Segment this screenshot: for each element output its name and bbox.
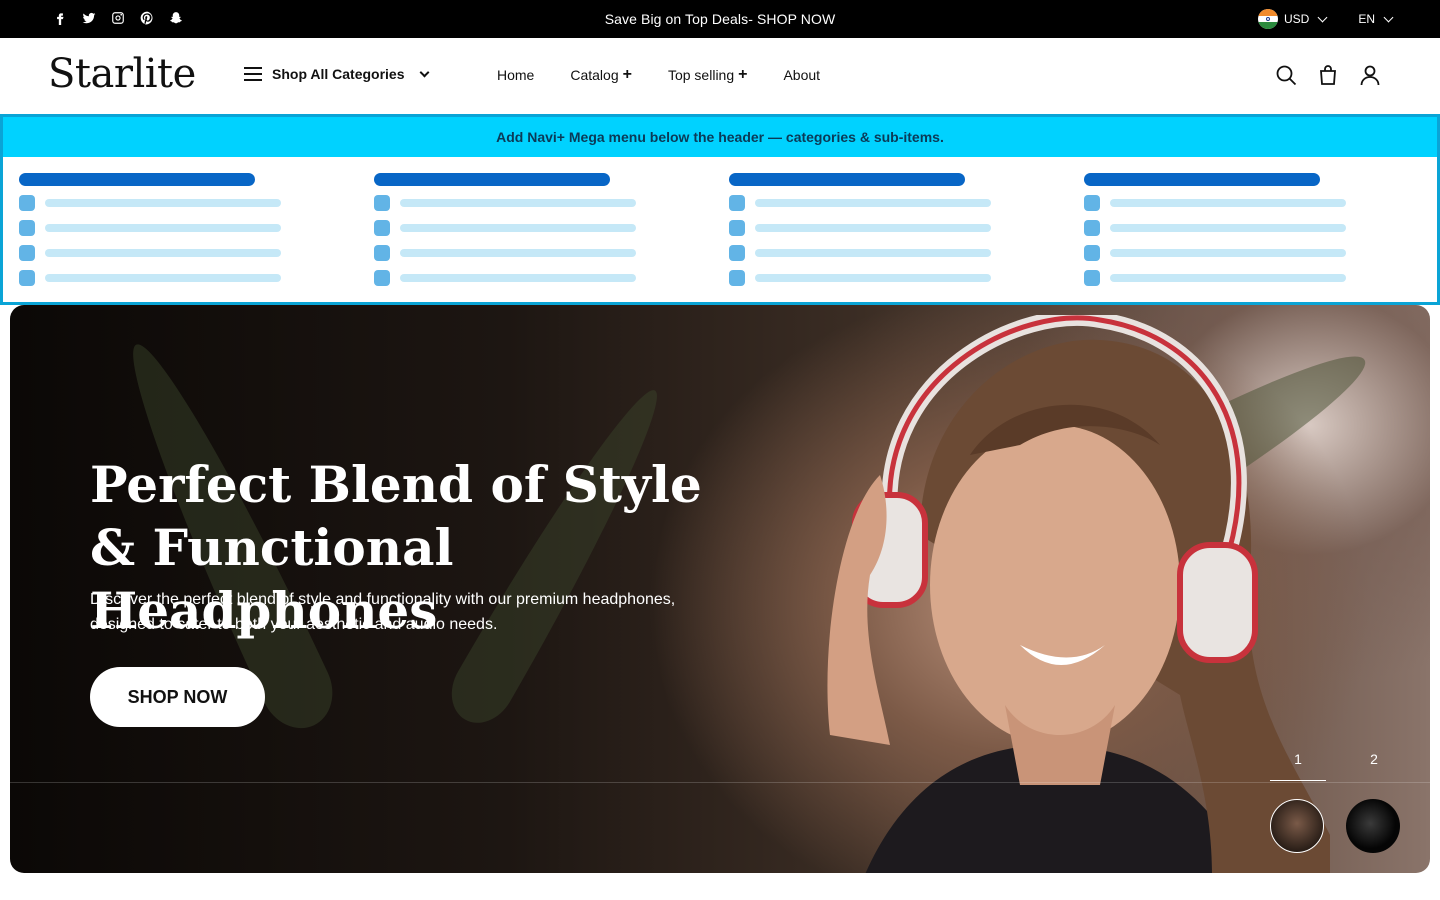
slide-thumbnail-1[interactable] [1270,799,1324,853]
chevron-down-icon [1317,12,1328,22]
slide-navigation: 1 2 [1270,751,1410,861]
mega-item-placeholder [374,270,664,286]
cart-icon[interactable] [1316,63,1340,87]
mega-column-heading-placeholder [1084,173,1320,186]
mega-column-heading-placeholder [19,173,255,186]
mega-item-placeholder [374,195,664,211]
plus-icon: + [738,66,748,83]
logo[interactable]: Starlite [48,51,196,97]
mega-item-placeholder [19,220,309,236]
chevron-down-icon [1383,12,1394,22]
mega-item-placeholder [729,245,1019,261]
mega-item-placeholder [19,195,309,211]
mega-item-placeholder [19,245,309,261]
headphones-model-image [827,315,1330,873]
announcement-link[interactable]: Save Big on Top Deals- SHOP NOW [605,11,836,27]
mega-column-heading-placeholder [729,173,965,186]
nav-label: Home [497,67,535,83]
shop-now-button[interactable]: SHOP NOW [90,667,265,727]
mega-item-placeholder [1084,220,1374,236]
mega-item-placeholder [1084,270,1374,286]
plus-icon: + [622,66,632,83]
hero-description: Discover the perfect blend of style and … [90,591,676,633]
mega-column [1084,173,1374,286]
categories-label: Shop All Categories [272,66,405,82]
mega-menu-banner: Add Navi+ Mega menu below the header — c… [3,117,1437,157]
currency-label: USD [1283,12,1310,26]
site-header: Starlite Shop All Categories Home Catalo… [0,38,1440,114]
announcement-bar: Save Big on Top Deals- SHOP NOW USD EN [0,0,1440,38]
hamburger-menu-icon [244,67,262,81]
mega-item-placeholder [1084,195,1374,211]
main-nav: Home Catalog + Top selling + About [497,66,820,84]
nav-catalog[interactable]: Catalog + [570,66,632,84]
nav-label: About [783,67,821,83]
india-flag-icon [1257,9,1278,29]
mega-item-placeholder [19,270,309,286]
mega-menu-placeholder: Add Navi+ Mega menu below the header — c… [0,114,1440,305]
mega-column [729,173,1019,286]
mega-column [374,173,664,286]
mega-menu-columns [3,157,1437,302]
nav-home[interactable]: Home [497,67,534,83]
announcement-text: Save Big on Top Deals- SHOP NOW [0,11,1440,27]
mega-item-placeholder [729,220,1019,236]
language-label: EN [1358,12,1375,26]
shop-all-categories-button[interactable]: Shop All Categories [244,66,429,82]
nav-label: Top selling [667,67,735,83]
slide-thumbnail-2[interactable] [1346,799,1400,853]
mega-column-heading-placeholder [374,173,610,186]
mega-item-placeholder [374,245,664,261]
header-actions [1274,63,1382,87]
language-selector[interactable]: EN [1358,12,1394,26]
mega-item-placeholder [374,220,664,236]
currency-selector[interactable]: USD [1257,9,1328,29]
mega-column [19,173,309,286]
account-icon[interactable] [1358,63,1382,87]
hero-banner: Perfect Blend of Style & Functional Head… [10,305,1430,873]
chevron-down-icon [419,67,429,78]
hero-divider [10,782,1430,783]
mega-item-placeholder [729,195,1019,211]
search-icon[interactable] [1274,63,1298,87]
slide-number-2[interactable]: 2 [1346,751,1402,767]
mega-item-placeholder [1084,245,1374,261]
nav-top-selling[interactable]: Top selling + [667,66,748,84]
nav-about[interactable]: About [783,67,820,83]
mega-item-placeholder [729,270,1019,286]
nav-label: Catalog [570,67,619,83]
slide-number-1[interactable]: 1 [1270,751,1326,781]
locale-selectors: USD EN [1257,9,1394,29]
